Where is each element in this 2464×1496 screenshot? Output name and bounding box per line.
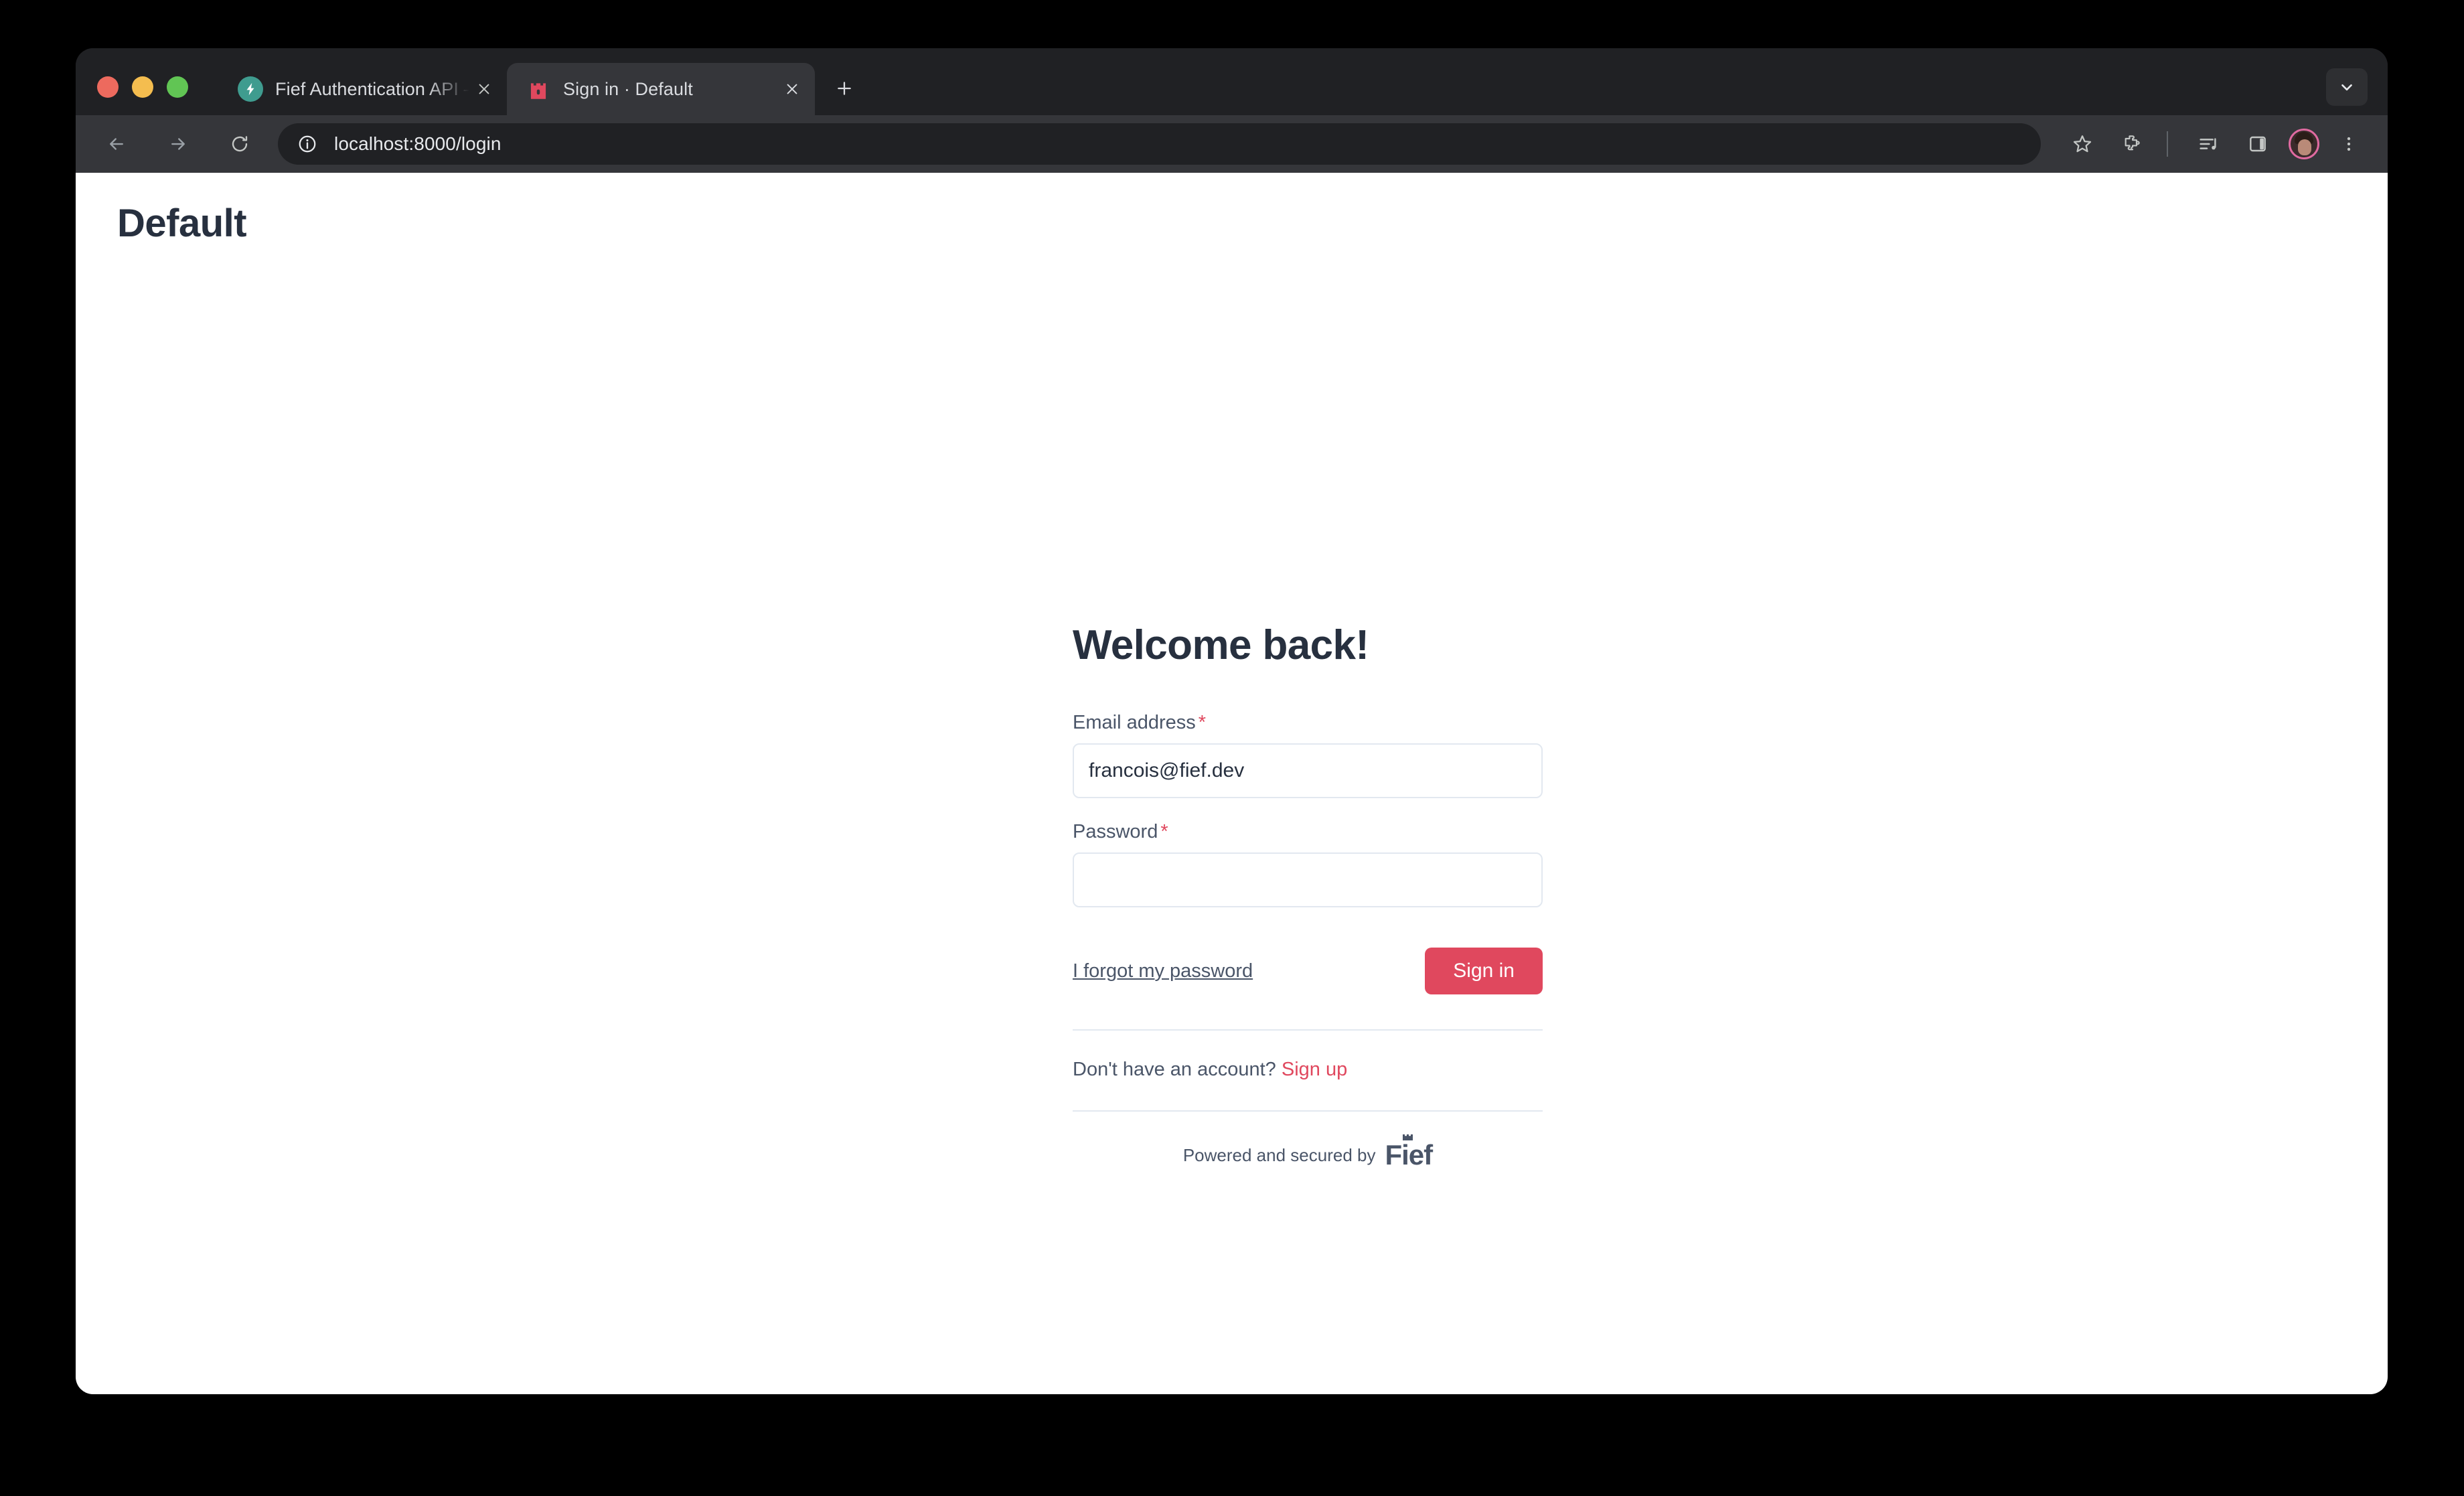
forgot-password-link[interactable]: I forgot my password xyxy=(1073,960,1253,982)
form-divider xyxy=(1073,1029,1543,1031)
info-circle-icon[interactable] xyxy=(294,131,321,157)
new-tab-button[interactable] xyxy=(824,68,864,108)
puzzle-piece-icon[interactable] xyxy=(2112,124,2152,164)
reload-button[interactable] xyxy=(219,123,260,165)
sign-in-button[interactable]: Sign in xyxy=(1425,948,1543,994)
signup-row: Don't have an account? Sign up xyxy=(1073,1059,1543,1081)
window-controls xyxy=(97,76,188,115)
email-required-asterisk: * xyxy=(1198,712,1207,733)
side-panel-icon[interactable] xyxy=(2238,124,2278,164)
address-bar[interactable]: localhost:8000/login xyxy=(278,123,2041,165)
browser-toolbar: localhost:8000/login xyxy=(76,115,2388,173)
three-dots-vertical-icon[interactable] xyxy=(2329,124,2369,164)
sign-up-link[interactable]: Sign up xyxy=(1282,1059,1347,1080)
window-maximize-button[interactable] xyxy=(167,76,188,98)
fief-crown-icon xyxy=(1403,1134,1413,1140)
fief-castle-icon xyxy=(526,76,551,102)
window-minimize-button[interactable] xyxy=(132,76,153,98)
password-label-text: Password xyxy=(1073,821,1158,842)
browser-tab-swagger[interactable]: Fief Authentication API – Swagger UI xyxy=(219,63,507,115)
page-viewport: Default Welcome back! Email address* Pas… xyxy=(76,173,2388,1394)
password-field-label: Password * xyxy=(1073,821,1543,843)
powered-by-row: Powered and secured by Fief xyxy=(1073,1134,1543,1171)
swagger-bolt-icon xyxy=(238,76,263,102)
powered-by-text: Powered and secured by xyxy=(1182,1144,1376,1165)
window-close-button[interactable] xyxy=(97,76,119,98)
page-title: Default xyxy=(117,202,247,245)
email-field-label: Email address * xyxy=(1073,712,1543,734)
toolbar-divider xyxy=(2167,131,2168,157)
tab-close-button[interactable] xyxy=(777,74,807,104)
media-playlist-icon[interactable] xyxy=(2188,124,2228,164)
tab-strip: Fief Authentication API – Swagger UI Sig… xyxy=(76,48,2388,115)
email-label-text: Email address xyxy=(1073,712,1196,733)
password-input[interactable] xyxy=(1073,852,1543,907)
tab-title: Sign in · Default xyxy=(563,78,693,99)
address-bar-url: localhost:8000/login xyxy=(334,133,502,154)
forward-button[interactable] xyxy=(157,123,199,165)
star-icon[interactable] xyxy=(2062,124,2102,164)
form-actions-row: I forgot my password Sign in xyxy=(1073,948,1543,994)
back-button[interactable] xyxy=(96,123,137,165)
footer-divider xyxy=(1073,1110,1543,1112)
toolbar-actions xyxy=(2053,124,2369,164)
welcome-heading: Welcome back! xyxy=(1073,622,1369,668)
signup-prompt-text: Don't have an account? xyxy=(1073,1059,1276,1080)
tab-title: Fief Authentication API – Swagger UI xyxy=(275,78,469,99)
login-card: Welcome back! Email address* Password* I… xyxy=(1073,621,1543,1169)
password-field-block: Password * xyxy=(1073,821,1543,907)
password-required-asterisk: * xyxy=(1160,821,1168,842)
tab-close-button[interactable] xyxy=(469,74,499,104)
fief-wordmark-text: Fief xyxy=(1385,1139,1433,1171)
email-field-block: Email address * xyxy=(1073,712,1543,798)
browser-tab-signin[interactable]: Sign in · Default xyxy=(507,63,815,115)
fief-logo: Fief xyxy=(1385,1134,1433,1171)
avatar[interactable] xyxy=(2289,129,2319,159)
tab-search-button[interactable] xyxy=(2326,68,2368,106)
browser-window: Fief Authentication API – Swagger UI Sig… xyxy=(76,48,2388,1394)
email-input[interactable] xyxy=(1073,743,1543,798)
